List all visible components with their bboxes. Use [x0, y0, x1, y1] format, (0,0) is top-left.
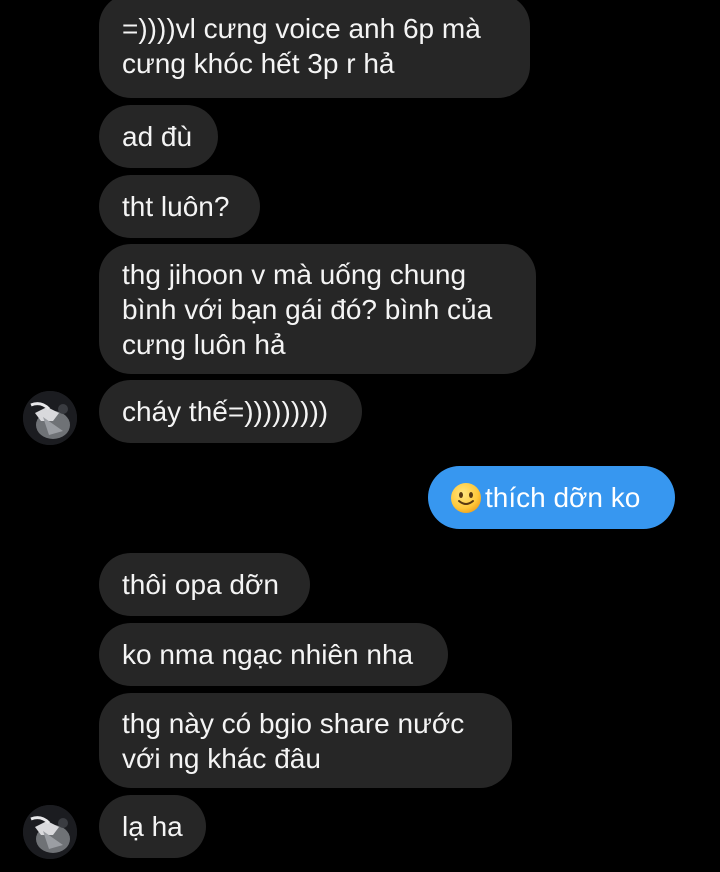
message-bubble-received[interactable]: lạ ha	[99, 795, 206, 858]
message-text: cháy thế=)))))))))	[122, 396, 329, 427]
message-bubble-received[interactable]: ad đù	[99, 105, 218, 168]
message-text: thg jihoon v mà uống chung bình với bạn …	[122, 258, 493, 360]
message-text: thôi opa dỡn	[122, 569, 279, 600]
message-text: lạ ha	[122, 811, 183, 842]
message-bubble-received[interactable]: thg này có bgio share nước với ng khác đ…	[99, 693, 512, 788]
message-bubble-received[interactable]: thôi opa dỡn	[99, 553, 310, 616]
message-text: ad đù	[122, 121, 193, 152]
message-bubble-received[interactable]: tht luôn?	[99, 175, 260, 238]
avatar-photo-icon	[23, 805, 77, 859]
slightly-smiling-face-icon	[451, 482, 481, 513]
message-bubble-sent[interactable]: thích dỡn ko	[428, 466, 675, 529]
message-text: thích dỡn ko	[485, 482, 641, 513]
avatar-photo-icon	[23, 391, 77, 445]
contact-avatar[interactable]	[23, 391, 77, 445]
message-bubble-received[interactable]: cháy thế=)))))))))	[99, 380, 362, 443]
message-text: =))))vl cưng voice anh 6p mà cưng khóc h…	[122, 13, 481, 79]
message-bubble-received[interactable]: ko nma ngạc nhiên nha	[99, 623, 448, 686]
message-bubble-received[interactable]: =))))vl cưng voice anh 6p mà cưng khóc h…	[99, 0, 530, 98]
message-text: tht luôn?	[122, 191, 230, 222]
contact-avatar[interactable]	[23, 805, 77, 859]
message-bubble-received[interactable]: thg jihoon v mà uống chung bình với bạn …	[99, 244, 536, 374]
message-text: thg này có bgio share nước với ng khác đ…	[122, 707, 465, 774]
message-text: ko nma ngạc nhiên nha	[122, 639, 414, 670]
